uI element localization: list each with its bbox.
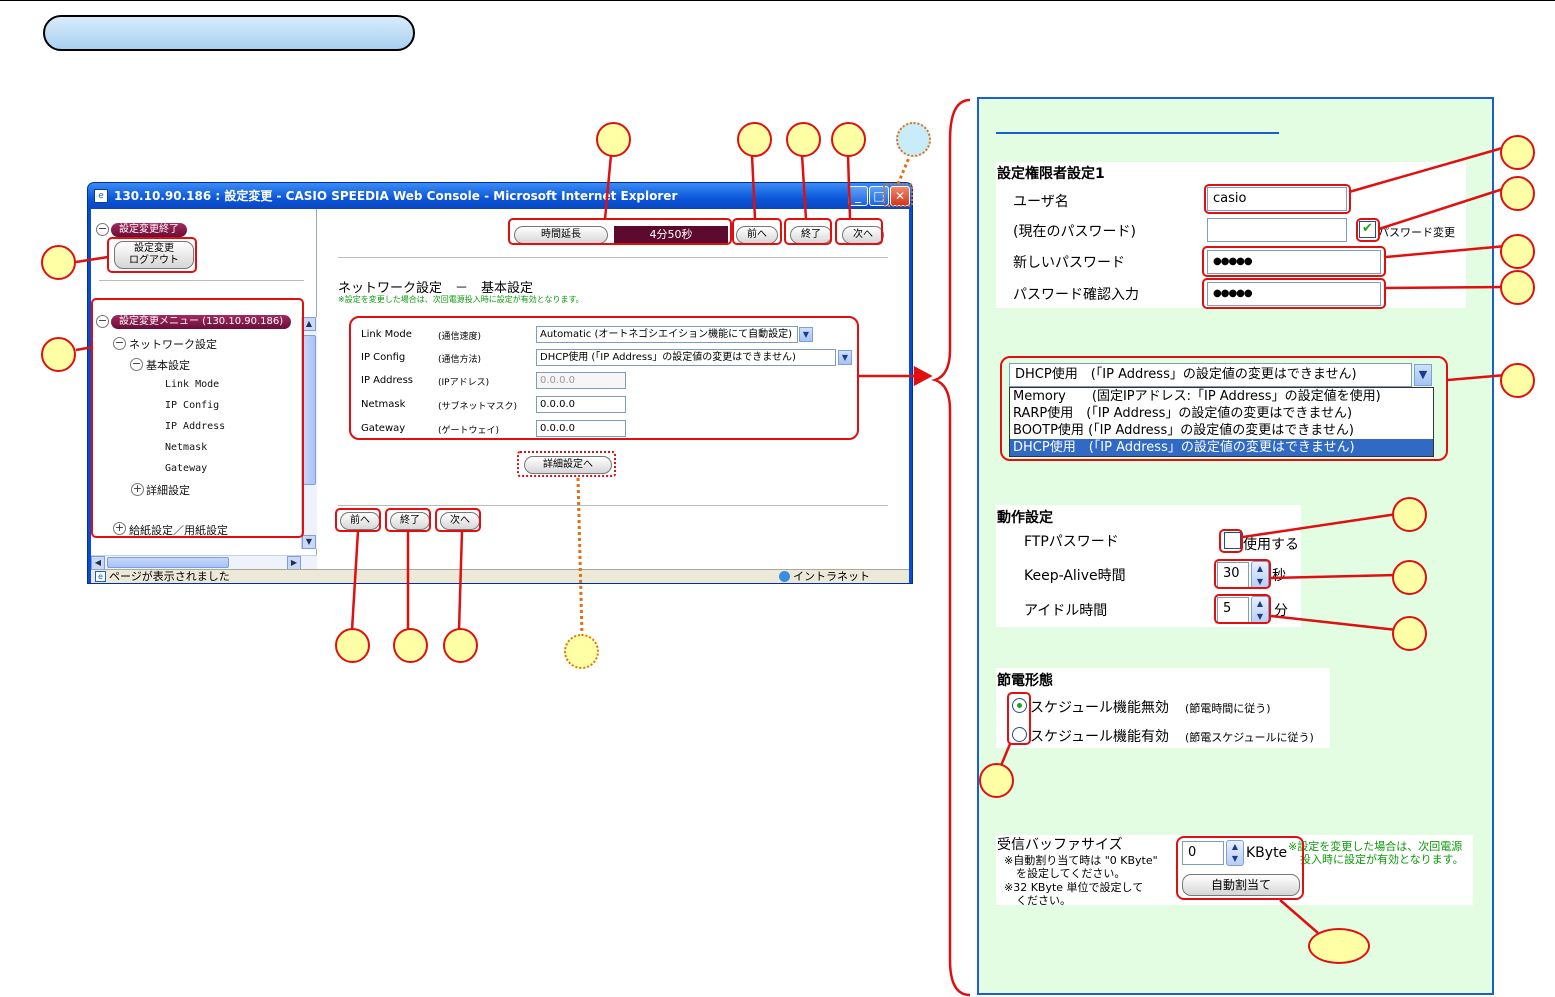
minimize-icon[interactable]: _ (848, 186, 868, 206)
form-highlight (349, 316, 859, 440)
callout-oval (1308, 928, 1370, 964)
callout-circle (1500, 135, 1535, 170)
callout-circle (737, 122, 772, 157)
callout-circle (1392, 560, 1427, 595)
schedule-disabled-label: スケジュール機能無効 (1030, 700, 1170, 716)
end-highlight (784, 218, 832, 245)
callout-circle (786, 122, 821, 157)
vertical-scroll-thumb[interactable] (303, 335, 316, 485)
callout-circle (41, 245, 76, 280)
keepalive-unit: 秒 (1272, 568, 1286, 584)
next-highlight (835, 218, 883, 245)
horizontal-scroll-thumb[interactable] (107, 557, 229, 568)
power-heading: 節電形態 (997, 673, 1053, 689)
top-divider (338, 257, 888, 258)
scroll-left-icon[interactable]: ◀ (91, 556, 105, 570)
new-password-label: 新しいパスワード (1013, 255, 1125, 271)
callout-circle (1500, 176, 1535, 211)
dropdown-highlight (1000, 356, 1448, 461)
keepalive-label: Keep-Alive時間 (1024, 568, 1126, 584)
radio-highlight (1007, 692, 1031, 745)
callout-circle-dotted (564, 634, 599, 669)
effective-note: ※設定を変更した場合は、次回電源投入時に設定が有効となります。 (338, 295, 584, 304)
buffer-label: 受信バッファサイズ (997, 837, 1123, 853)
settings-end-badge: 設定変更終了 (111, 223, 187, 237)
window-title: 130.10.90.186 : 設定変更 - CASIO SPEEDIA Web… (88, 183, 912, 209)
callout-circle (1500, 270, 1535, 305)
callout-circle (393, 628, 428, 663)
buffer-note-4: ください。 (1016, 894, 1071, 907)
checkbox-highlight (1356, 218, 1380, 242)
callout-circle (979, 763, 1014, 798)
next-bottom-highlight (435, 508, 481, 532)
end-collapse-icon[interactable]: − (96, 223, 109, 236)
ftp-password-label: FTPパスワード (1024, 534, 1119, 550)
schedule-enabled-label: スケジュール機能有効 (1030, 729, 1170, 745)
callout-circle (335, 628, 370, 663)
current-password-label: (現在のパスワード) (1013, 224, 1136, 240)
panel-underline (996, 132, 1279, 134)
ftp-checkbox-highlight (1219, 529, 1243, 553)
section-title-pill (43, 15, 415, 51)
current-password-input[interactable] (1207, 218, 1347, 242)
buffer-highlight (1176, 836, 1304, 900)
callout-circle (596, 122, 631, 157)
scroll-down-icon[interactable]: ▼ (302, 535, 316, 549)
left-horizontal-scrollbar[interactable]: ◀ ▶ (91, 555, 317, 570)
idle-unit: 分 (1274, 603, 1288, 619)
idle-highlight (1214, 594, 1271, 624)
idle-label: アイドル時間 (1024, 603, 1108, 619)
callout-circle (443, 628, 478, 663)
timer-highlight (508, 218, 732, 245)
ftp-use-label: 使用する (1243, 537, 1299, 553)
new-password-highlight (1202, 246, 1386, 277)
intranet-globe-icon (779, 571, 790, 582)
ie-page-icon: e (94, 189, 108, 203)
schedule-enabled-sub: (節電スケジュールに従う) (1185, 731, 1314, 744)
callout-circle (1392, 616, 1427, 651)
buffer-effective-note-1: ※設定を変更した場合は、次回電源 (1288, 840, 1463, 853)
schedule-disabled-sub: (節電時間に従う) (1185, 702, 1271, 715)
zone-text: イントラネット (793, 570, 870, 583)
callout-circle (1392, 497, 1427, 532)
end-bottom-highlight (385, 508, 431, 532)
callout-circle (831, 122, 866, 157)
change-password-label: パスワード変更 (1378, 226, 1455, 239)
scroll-right-icon[interactable]: ▶ (287, 556, 301, 570)
prev-bottom-highlight (335, 508, 381, 532)
scroll-up-icon[interactable]: ▲ (302, 317, 316, 331)
callout-circle (1500, 363, 1535, 398)
auth-heading: 設定権限者設定1 (997, 166, 1105, 182)
operation-heading: 動作設定 (997, 510, 1053, 526)
keepalive-highlight (1214, 559, 1271, 589)
prev-highlight (732, 218, 782, 245)
close-highlight (883, 183, 913, 207)
status-bar: e ページが表示されました イントラネット (91, 569, 909, 583)
logout-highlight (107, 237, 197, 273)
menu-highlight (91, 298, 304, 538)
confirm-password-label: パスワード確認入力 (1013, 287, 1139, 303)
callout-circle (41, 337, 76, 372)
buffer-effective-note-2: 投入時に設定が有効となります。 (1300, 853, 1464, 866)
username-highlight (1204, 184, 1351, 214)
username-label: ユーザ名 (1013, 194, 1069, 210)
bottom-divider (338, 505, 888, 506)
callout-circle-dotted (896, 122, 931, 157)
detail-highlight (517, 451, 616, 477)
confirm-password-highlight (1202, 278, 1386, 309)
left-divider (99, 280, 304, 281)
status-text: ページが表示されました (109, 570, 230, 583)
top-rule (0, 0, 1555, 1)
page-done-icon: e (95, 571, 106, 582)
callout-circle (1500, 234, 1535, 269)
